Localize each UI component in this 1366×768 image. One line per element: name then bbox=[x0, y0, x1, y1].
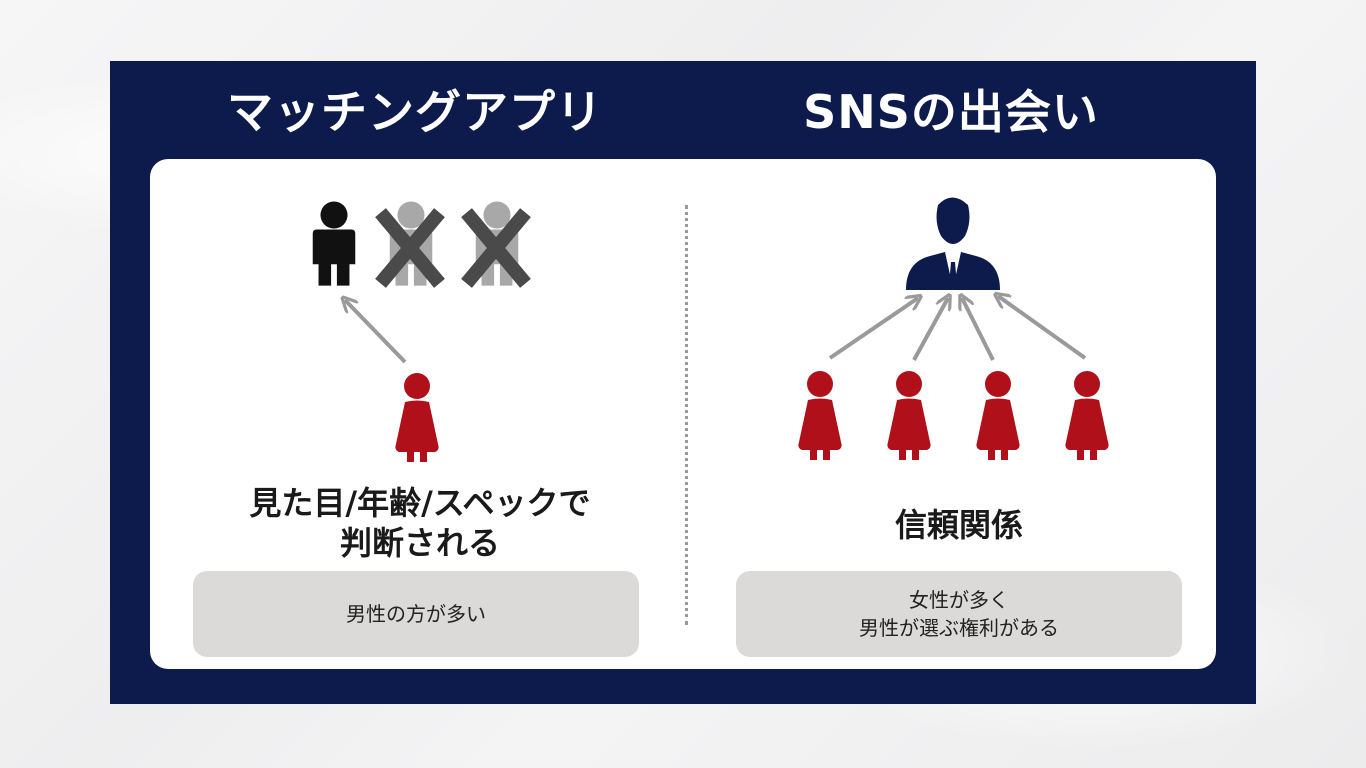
right-note-box: 女性が多く 男性が選ぶ権利がある bbox=[736, 571, 1182, 657]
right-note-line-1: 女性が多く bbox=[909, 588, 1009, 612]
column-divider bbox=[685, 205, 688, 625]
left-statement: 見た目/年齢/スペックで 判断される bbox=[190, 483, 650, 563]
left-statement-line-1: 見た目/年齢/スペックで bbox=[249, 484, 591, 522]
left-note-box: 男性の方が多い bbox=[193, 571, 639, 657]
right-heading: SNSの出会い bbox=[803, 85, 1099, 139]
left-statement-line-2: 判断される bbox=[339, 524, 500, 562]
right-statement-line-1: 信頼関係 bbox=[894, 506, 1023, 544]
left-note-line-1: 男性の方が多い bbox=[346, 602, 486, 626]
right-note-line-2: 男性が選ぶ権利がある bbox=[859, 616, 1059, 640]
left-heading: マッチングアプリ bbox=[227, 85, 603, 139]
right-statement: 信頼関係 bbox=[736, 505, 1182, 545]
